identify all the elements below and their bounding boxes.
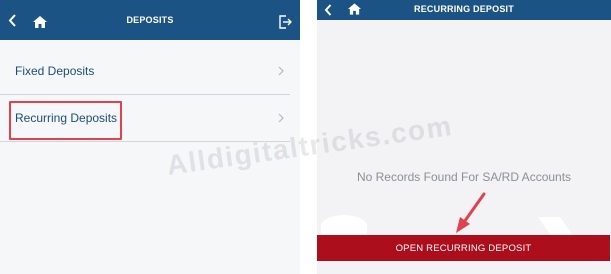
page-title: RECURRING DEPOSIT [414,4,514,14]
page-title: DEPOSITS [126,15,174,25]
menu-item-label: Fixed Deposits [15,64,95,78]
empty-state-message: No Records Found For SA/RD Accounts [356,170,572,184]
chevron-right-icon [278,113,284,123]
highlight-box [9,101,122,140]
open-recurring-deposit-button[interactable]: OPEN RECURRING DEPOSIT [317,235,610,261]
logout-icon[interactable] [278,15,292,29]
menu-item-fixed-deposits[interactable]: Fixed Deposits [0,48,290,95]
decorative-shape [321,215,367,237]
chevron-right-icon [278,66,284,76]
decorative-shape [537,217,575,237]
annotation-arrow-icon [456,192,486,233]
header-bar: DEPOSITS [0,0,300,40]
header-bar: RECURRING DEPOSIT [317,0,611,20]
deposits-screen: DEPOSITS Fixed Deposits Recurring Deposi… [0,0,300,274]
